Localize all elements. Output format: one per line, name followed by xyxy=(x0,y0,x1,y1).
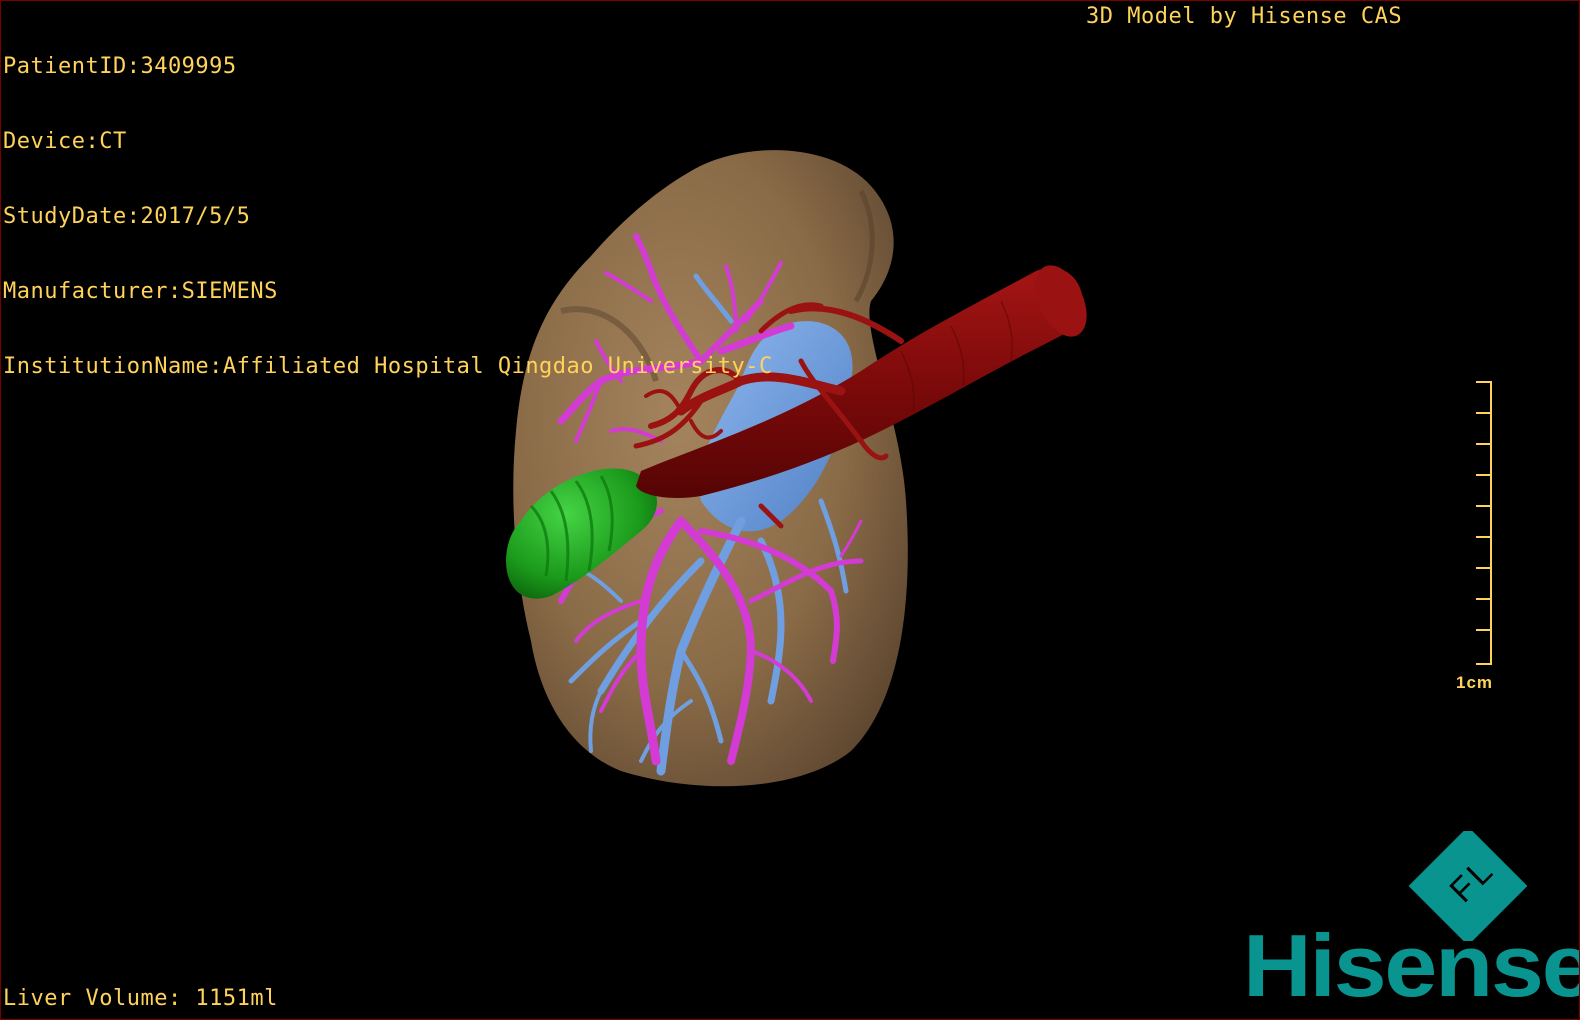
institution-name-text: InstitutionName:Affiliated Hospital Qing… xyxy=(3,354,773,379)
device-text: Device:CT xyxy=(3,129,127,154)
patient-id-text: PatientID:3409995 xyxy=(3,54,237,79)
liver-volume-text: Liver Volume: 1151ml xyxy=(3,986,278,1011)
patient-info-overlay: PatientID:3409995 Device:CT StudyDate:20… xyxy=(3,4,773,429)
hisense-brand-name: Hisense xyxy=(1243,916,1580,1015)
study-date-text: StudyDate:2017/5/5 xyxy=(3,204,251,229)
scale-label: 1cm xyxy=(1456,673,1494,692)
model-credit-text: 3D Model by Hisense CAS xyxy=(1086,4,1403,29)
3d-viewport[interactable]: PatientID:3409995 Device:CT StudyDate:20… xyxy=(0,0,1580,1020)
manufacturer-text: Manufacturer:SIEMENS xyxy=(3,279,278,304)
scale-bar xyxy=(1476,381,1492,665)
